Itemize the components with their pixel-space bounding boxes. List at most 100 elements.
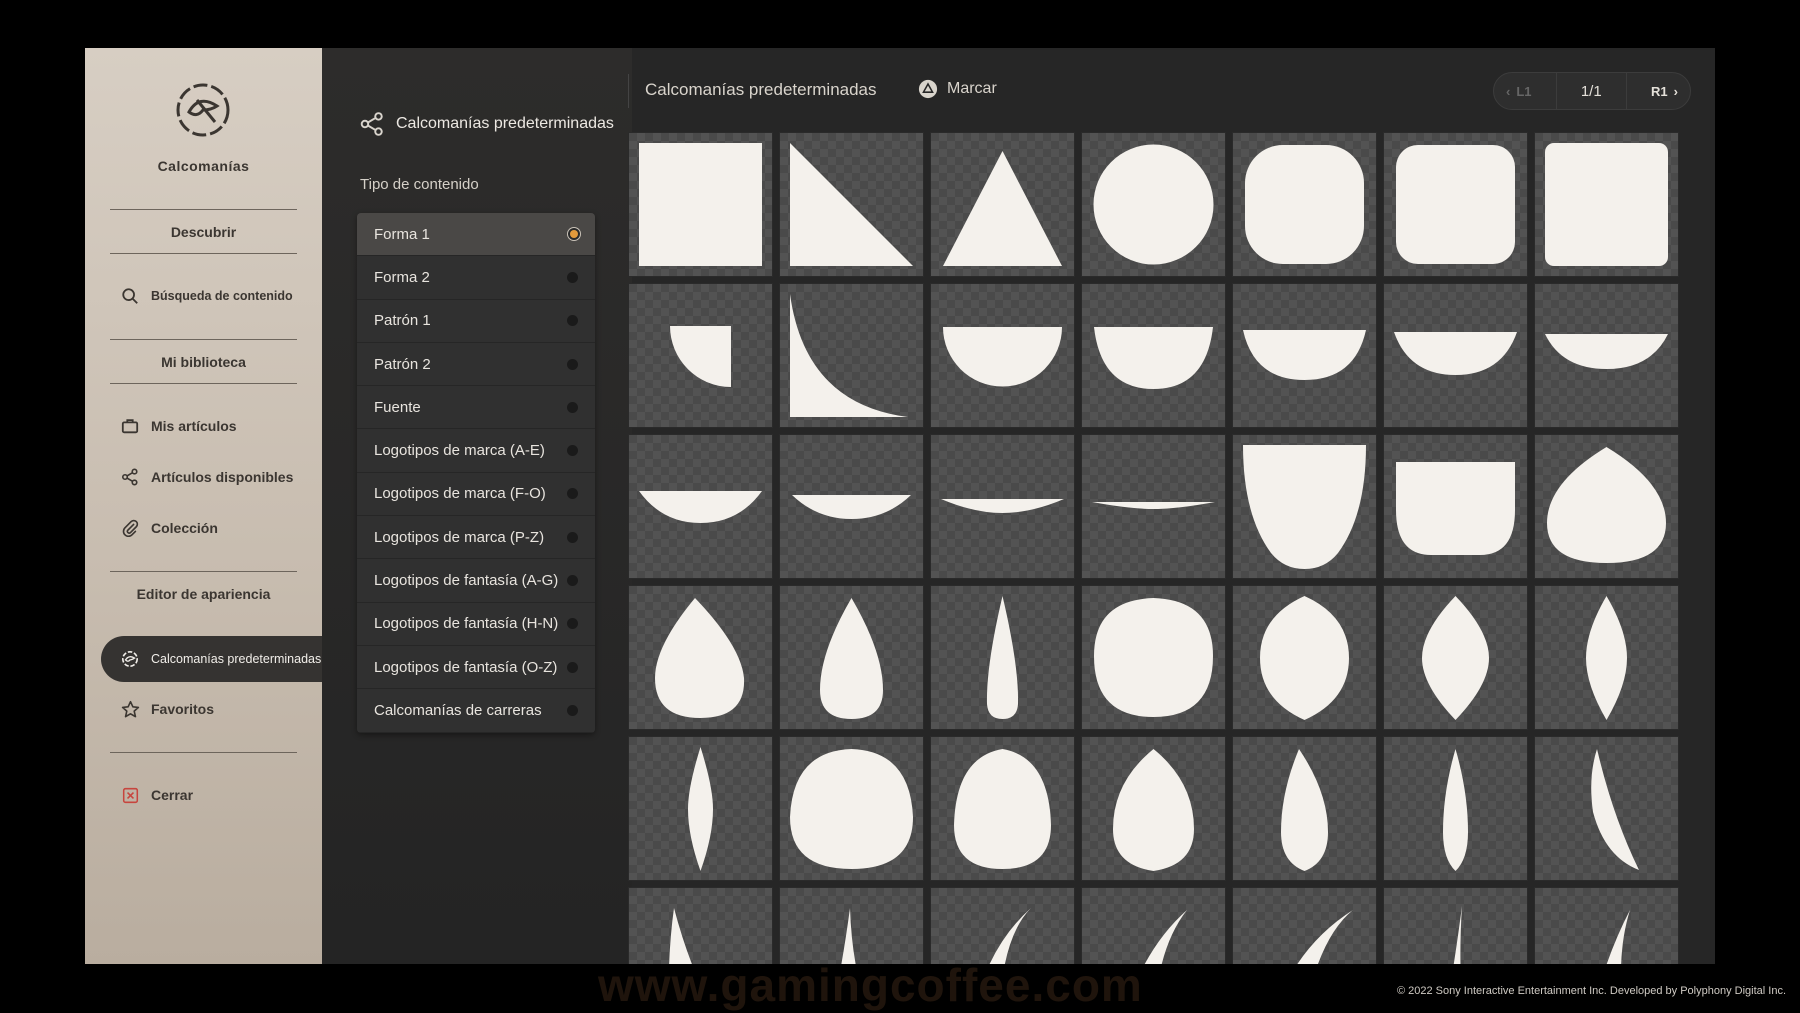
content-type-item[interactable]: Logotipos de fantasía (H-N) (357, 602, 595, 646)
sidebar-item-favorites[interactable]: Favoritos (119, 697, 214, 721)
content-type-item[interactable]: Fuente (357, 386, 595, 430)
divider (110, 339, 297, 340)
sidebar-item-available[interactable]: Artículos disponibles (119, 465, 293, 489)
decal-tile[interactable] (930, 736, 1075, 881)
decal-tile[interactable] (779, 736, 924, 881)
onion-shape-icon (1547, 447, 1666, 563)
decal-tile[interactable] (1534, 887, 1679, 964)
decal-tile[interactable] (1534, 736, 1679, 881)
content-type-item[interactable]: Logotipos de fantasía (O-Z) (357, 645, 595, 690)
decal-tile[interactable] (1534, 585, 1679, 730)
decal-tile[interactable] (1081, 283, 1226, 428)
decal-tile[interactable] (779, 585, 924, 730)
circle-shape-icon (1093, 144, 1214, 265)
crescent-blade-shape-icon (1591, 749, 1639, 870)
decal-tile[interactable] (1232, 283, 1377, 428)
fang-1-shape-icon (669, 908, 692, 964)
drop-egg-shape-icon (1113, 749, 1194, 871)
decal-tile[interactable] (930, 434, 1075, 579)
radio-indicator (567, 661, 578, 673)
needle-slim-shape-icon (1443, 749, 1468, 871)
decal-tile[interactable] (1232, 887, 1377, 964)
decal-tile[interactable] (1383, 132, 1528, 277)
decal-tile[interactable] (930, 132, 1075, 277)
decal-tile[interactable] (1232, 434, 1377, 579)
decal-tile[interactable] (930, 585, 1075, 730)
content-type-item[interactable]: Patrón 2 (357, 342, 595, 387)
panel-header: Calcomanías predeterminadas (358, 110, 614, 138)
sidebar-item-collection[interactable]: Colección (119, 516, 218, 540)
decal-tile[interactable] (628, 887, 773, 964)
decal-tile[interactable] (1383, 736, 1528, 881)
content-type-label: Logotipos de fantasía (A-G) (374, 572, 559, 590)
square-shape-icon (639, 143, 762, 266)
content-type-item[interactable]: Logotipos de marca (A-E) (357, 429, 595, 473)
share-icon (119, 466, 141, 488)
decal-tile[interactable] (779, 132, 924, 277)
decal-tile[interactable] (1081, 585, 1226, 730)
decal-tile[interactable] (1232, 132, 1377, 277)
decal-tile[interactable] (779, 283, 924, 428)
radio-indicator (567, 531, 578, 543)
needle-leaf-shape-icon (688, 747, 713, 871)
divider (628, 74, 629, 108)
sidebar-item-my-items[interactable]: Mis artículos (119, 414, 237, 438)
section-editor[interactable]: Editor de apariencia (110, 586, 297, 602)
decal-tile[interactable] (1383, 585, 1528, 730)
sidebar-item-label: Artículos disponibles (151, 469, 294, 485)
decal-tile[interactable] (930, 887, 1075, 964)
next-page-button[interactable]: R1 › (1651, 84, 1678, 99)
content-type-item[interactable]: Logotipos de marca (F-O) (357, 472, 595, 517)
decal-tile[interactable] (1534, 434, 1679, 579)
decal-tile[interactable] (628, 585, 773, 730)
decal-tile[interactable] (628, 132, 773, 277)
decal-tile[interactable] (1383, 283, 1528, 428)
decal-tile[interactable] (779, 887, 924, 964)
decal-tile[interactable] (779, 434, 924, 579)
decal-tile[interactable] (1081, 736, 1226, 881)
decal-tile[interactable] (1534, 283, 1679, 428)
hook-2-shape-icon (1144, 910, 1187, 964)
prev-page-button[interactable]: ‹ L1 (1506, 84, 1532, 99)
egg-wide-shape-icon (790, 749, 913, 869)
content-type-label: Logotipos de marca (P-Z) (374, 528, 545, 546)
page-indicator: 1/1 (1580, 82, 1602, 100)
paperclip-icon (119, 517, 141, 539)
decal-tile[interactable] (1383, 434, 1528, 579)
segment-large-shape-icon (1094, 327, 1213, 389)
shield-deep-shape-icon (1243, 445, 1366, 569)
leaf-wide-shape-icon (1422, 596, 1489, 720)
content-type-item[interactable]: Logotipos de marca (P-Z) (357, 516, 595, 560)
content-type-label: Calcomanías de carreras (374, 701, 542, 719)
decal-tile[interactable] (628, 283, 773, 428)
decal-tile[interactable] (1081, 887, 1226, 964)
sidebar-item-preset-decals[interactable]: Calcomanías predeterminadas (101, 636, 341, 682)
content-type-label: Logotipos de fantasía (H-N) (374, 615, 559, 633)
right-triangle-shape-icon (790, 143, 913, 266)
decal-tile[interactable] (930, 283, 1075, 428)
sidebar-item-close[interactable]: Cerrar (119, 783, 193, 807)
lemon-shape-icon (1260, 596, 1349, 720)
radio-indicator (567, 271, 578, 283)
sidebar: Calcomanías Descubrir Búsqueda de conten… (85, 48, 341, 964)
triangle-shape-icon (943, 151, 1062, 266)
decal-tile[interactable] (628, 434, 773, 579)
decal-tile[interactable] (1534, 132, 1679, 277)
mark-button[interactable]: Marcar (917, 78, 997, 100)
section-library[interactable]: Mi biblioteca (110, 354, 297, 370)
decal-tile[interactable] (628, 736, 773, 881)
sidebar-item-search[interactable]: Búsqueda de contenido (119, 284, 293, 308)
decal-tile[interactable] (1081, 132, 1226, 277)
decal-tile[interactable] (1232, 736, 1377, 881)
content-type-list: Forma 1 Forma 2 Patrón 1 Patrón 2 Fuente Logo… (357, 213, 595, 733)
drop-thin-shape-icon (986, 596, 1019, 719)
decal-tile[interactable] (1081, 434, 1226, 579)
decal-tile[interactable] (1232, 585, 1377, 730)
content-type-item[interactable]: Calcomanías de carreras (357, 689, 595, 733)
section-discover[interactable]: Descubrir (110, 224, 297, 240)
content-type-item[interactable]: Patrón 1 (357, 299, 595, 343)
content-type-item[interactable]: Logotipos de fantasía (A-G) (357, 559, 595, 603)
content-type-item[interactable]: Forma 1 (357, 213, 595, 257)
decal-tile[interactable] (1383, 887, 1528, 964)
content-type-item[interactable]: Forma 2 (357, 256, 595, 300)
